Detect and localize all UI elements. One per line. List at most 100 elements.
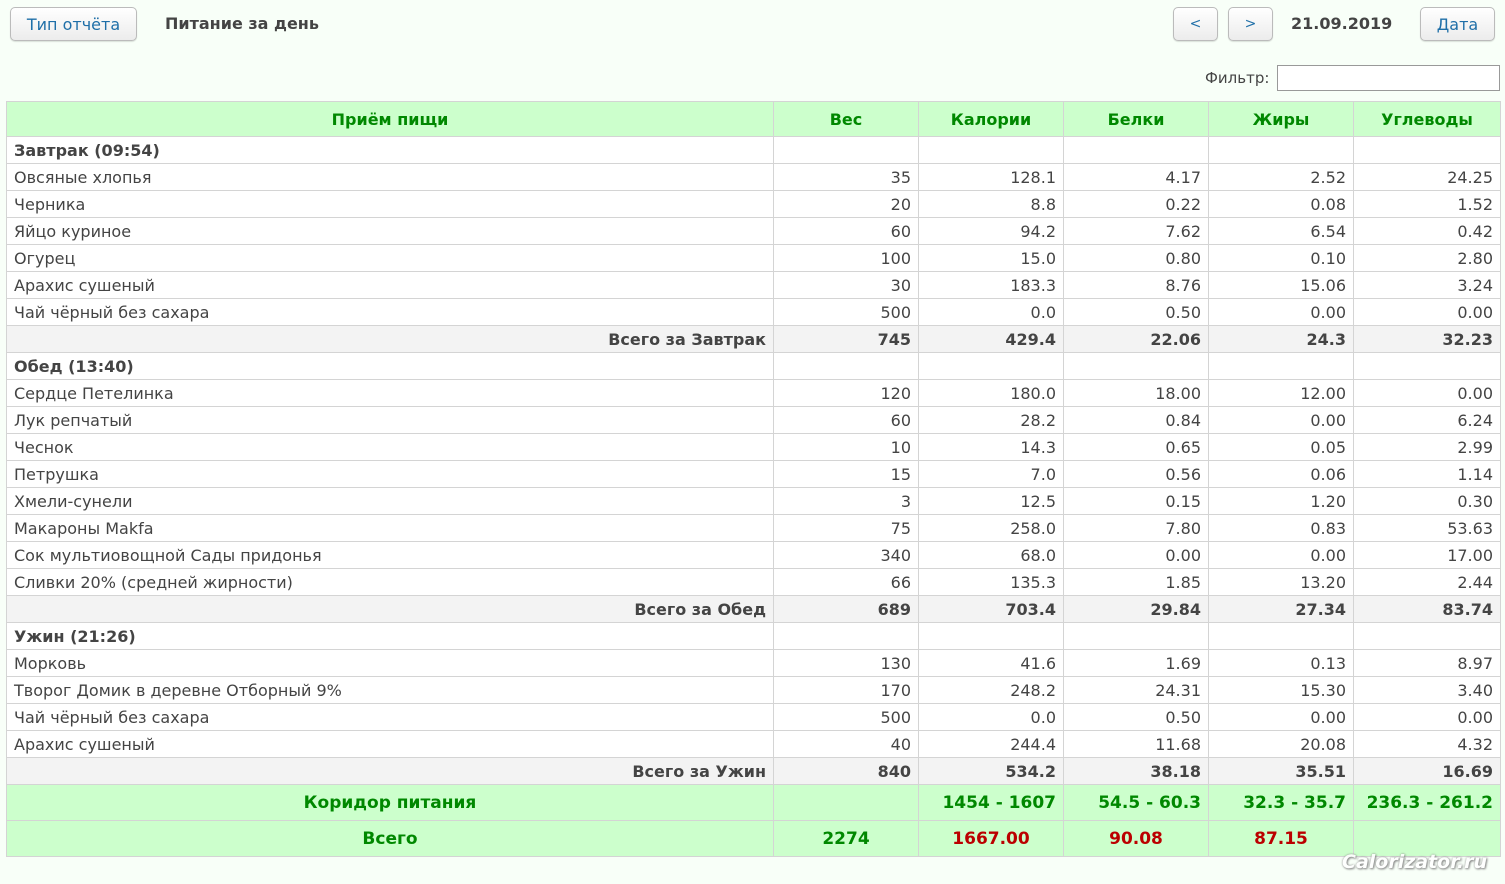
food-weight: 170 [773, 676, 919, 704]
food-protein: 0.80 [1063, 244, 1209, 272]
food-name[interactable]: Хмели-сунели [6, 487, 774, 515]
food-calories: 94.2 [918, 217, 1064, 245]
table-row[interactable]: Петрушка 15 7.0 0.56 0.06 1.14 [6, 460, 1501, 488]
table-row[interactable]: Арахис сушеный 40 244.4 11.68 20.08 4.32 [6, 730, 1501, 758]
food-protein: 0.50 [1063, 703, 1209, 731]
food-weight: 500 [773, 703, 919, 731]
subtotal-calories: 703.4 [918, 595, 1064, 623]
table-row[interactable]: Арахис сушеный 30 183.3 8.76 15.06 3.24 [6, 271, 1501, 299]
food-name[interactable]: Сливки 20% (средней жирности) [6, 568, 774, 596]
food-fat: 12.00 [1208, 379, 1354, 407]
total-label: Всего [6, 820, 774, 857]
food-calories: 7.0 [918, 460, 1064, 488]
subtotal-row: Всего за Ужин 840 534.2 38.18 35.51 16.69 [6, 757, 1501, 785]
filter-label: Фильтр: [1205, 69, 1270, 87]
food-name[interactable]: Петрушка [6, 460, 774, 488]
food-name[interactable]: Чеснок [6, 433, 774, 461]
toolbar: Тип отчёта Питание за день < > 21.09.201… [0, 0, 1505, 50]
table-row[interactable]: Чеснок 10 14.3 0.65 0.05 2.99 [6, 433, 1501, 461]
header-fat[interactable]: Жиры [1208, 101, 1354, 137]
meal-group-row: Обед (13:40) [6, 352, 1501, 380]
food-weight: 10 [773, 433, 919, 461]
food-calories: 12.5 [918, 487, 1064, 515]
header-weight[interactable]: Вес [773, 101, 919, 137]
table-row[interactable]: Черника 20 8.8 0.22 0.08 1.52 [6, 190, 1501, 218]
meal-group-row: Ужин (21:26) [6, 622, 1501, 650]
table-row[interactable]: Овсяные хлопья 35 128.1 4.17 2.52 24.25 [6, 163, 1501, 191]
table-row[interactable]: Огурец 100 15.0 0.80 0.10 2.80 [6, 244, 1501, 272]
prev-date-button[interactable]: < [1173, 7, 1218, 41]
food-weight: 340 [773, 541, 919, 569]
table-row[interactable]: Сердце Петелинка 120 180.0 18.00 12.00 0.00 [6, 379, 1501, 407]
food-name[interactable]: Сердце Петелинка [6, 379, 774, 407]
food-name[interactable]: Творог Домик в деревне Отборный 9% [6, 676, 774, 704]
table-row[interactable]: Чай чёрный без сахара 500 0.0 0.50 0.00 0.00 [6, 703, 1501, 731]
next-date-button[interactable]: > [1228, 7, 1273, 41]
table-row[interactable]: Хмели-сунели 3 12.5 0.15 1.20 0.30 [6, 487, 1501, 515]
subtotal-label: Всего за Завтрак [6, 325, 774, 353]
food-carbs: 2.99 [1353, 433, 1501, 461]
food-protein: 11.68 [1063, 730, 1209, 758]
food-name[interactable]: Морковь [6, 649, 774, 677]
empty-cell [1063, 352, 1209, 380]
food-name[interactable]: Черника [6, 190, 774, 218]
total-fat: 87.15 [1208, 820, 1354, 857]
header-protein[interactable]: Белки [1063, 101, 1209, 137]
food-weight: 30 [773, 271, 919, 299]
food-calories: 41.6 [918, 649, 1064, 677]
empty-cell [1063, 622, 1209, 650]
food-fat: 0.00 [1208, 541, 1354, 569]
food-calories: 248.2 [918, 676, 1064, 704]
table-row[interactable]: Лук репчатый 60 28.2 0.84 0.00 6.24 [6, 406, 1501, 434]
table-row[interactable]: Макароны Makfa 75 258.0 7.80 0.83 53.63 [6, 514, 1501, 542]
grand-total-row: Всего 2274 1667.00 90.08 87.15 [6, 820, 1501, 857]
meal-group-row: Завтрак (09:54) [6, 136, 1501, 164]
empty-cell [773, 352, 919, 380]
food-name[interactable]: Сок мультиовощной Сады придонья [6, 541, 774, 569]
date-picker-button[interactable]: Дата [1420, 7, 1495, 41]
food-name[interactable]: Огурец [6, 244, 774, 272]
subtotal-label: Всего за Ужин [6, 757, 774, 785]
food-fat: 20.08 [1208, 730, 1354, 758]
subtotal-weight: 745 [773, 325, 919, 353]
food-name[interactable]: Чай чёрный без сахара [6, 703, 774, 731]
food-name[interactable]: Арахис сушеный [6, 271, 774, 299]
food-weight: 60 [773, 217, 919, 245]
food-protein: 0.84 [1063, 406, 1209, 434]
corridor-fat: 32.3 - 35.7 [1208, 784, 1354, 821]
food-name[interactable]: Макароны Makfa [6, 514, 774, 542]
food-carbs: 2.80 [1353, 244, 1501, 272]
empty-cell [1353, 622, 1501, 650]
header-meal[interactable]: Приём пищи [6, 101, 774, 137]
food-carbs: 3.40 [1353, 676, 1501, 704]
subtotal-row: Всего за Обед 689 703.4 29.84 27.34 83.74 [6, 595, 1501, 623]
food-name[interactable]: Яйцо куриное [6, 217, 774, 245]
table-row[interactable]: Творог Домик в деревне Отборный 9% 170 248… [6, 676, 1501, 704]
food-fat: 15.30 [1208, 676, 1354, 704]
subtotal-label: Всего за Обед [6, 595, 774, 623]
food-name[interactable]: Лук репчатый [6, 406, 774, 434]
food-calories: 128.1 [918, 163, 1064, 191]
subtotal-fat: 24.3 [1208, 325, 1354, 353]
food-name[interactable]: Арахис сушеный [6, 730, 774, 758]
header-carbs[interactable]: Углеводы [1353, 101, 1501, 137]
table-row[interactable]: Яйцо куриное 60 94.2 7.62 6.54 0.42 [6, 217, 1501, 245]
food-carbs: 24.25 [1353, 163, 1501, 191]
food-carbs: 1.14 [1353, 460, 1501, 488]
subtotal-protein: 29.84 [1063, 595, 1209, 623]
table-row[interactable]: Морковь 130 41.6 1.69 0.13 8.97 [6, 649, 1501, 677]
header-calories[interactable]: Калории [918, 101, 1064, 137]
subtotal-carbs: 83.74 [1353, 595, 1501, 623]
report-type-button[interactable]: Тип отчёта [10, 7, 137, 41]
food-weight: 15 [773, 460, 919, 488]
food-name[interactable]: Овсяные хлопья [6, 163, 774, 191]
subtotal-carbs: 32.23 [1353, 325, 1501, 353]
table-row[interactable]: Чай чёрный без сахара 500 0.0 0.50 0.00 0.00 [6, 298, 1501, 326]
table-row[interactable]: Сливки 20% (средней жирности) 66 135.3 1.85… [6, 568, 1501, 596]
table-row[interactable]: Сок мультиовощной Сады придонья 340 68.0 0.… [6, 541, 1501, 569]
food-name[interactable]: Чай чёрный без сахара [6, 298, 774, 326]
filter-input[interactable] [1277, 65, 1500, 91]
food-fat: 15.06 [1208, 271, 1354, 299]
food-carbs: 53.63 [1353, 514, 1501, 542]
food-calories: 14.3 [918, 433, 1064, 461]
